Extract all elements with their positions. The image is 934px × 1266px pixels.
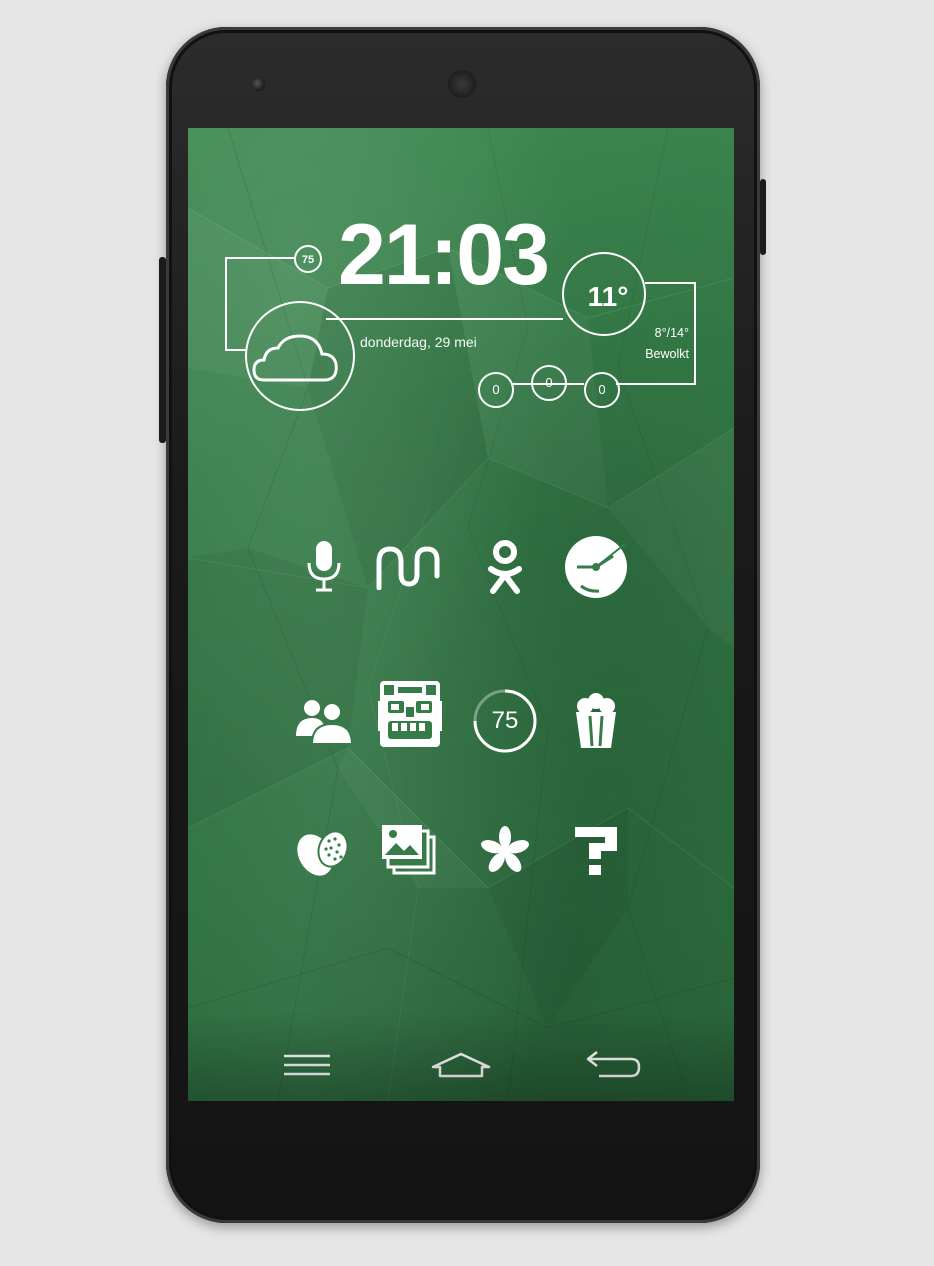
weather-condition: Bewolkt [645,347,689,361]
front-camera [252,78,265,91]
home-icon [431,1052,491,1078]
home-button[interactable] [426,1043,496,1087]
cloud-icon [252,334,338,382]
earpiece-speaker [448,70,476,98]
back-button[interactable] [579,1043,649,1087]
counter-3: 0 [598,382,606,397]
back-icon [586,1051,641,1078]
home-screen: 21:03 donderdag, 29 mei 11° 8°/14° Bewol… [188,128,734,1101]
temperature-range: 8°/14° [654,326,689,340]
counter-1: 0 [492,382,500,397]
volume-button [159,257,166,443]
menu-button[interactable] [272,1043,342,1087]
popcorn-icon[interactable] [561,686,631,756]
battery-badge: 75 [301,254,315,266]
question-mark-icon[interactable] [561,816,631,886]
battery-widget-icon[interactable]: 75 [470,686,540,756]
menu-icon [284,1054,330,1076]
mu-app-icon[interactable] [373,532,443,602]
battery-level-label: 75 [491,707,519,734]
clock-time[interactable]: 21:03 [338,212,550,298]
temple-run-icon[interactable] [375,678,445,748]
gallery-icon[interactable] [375,816,445,886]
asterisk-icon[interactable] [470,816,540,886]
odnoklassniki-icon[interactable] [470,532,540,602]
current-temperature[interactable]: 11° [586,281,630,313]
clock-app-icon[interactable] [561,532,631,602]
date-label: donderdag, 29 mei [360,334,477,350]
jelly-bean-icon[interactable] [289,816,359,886]
power-button [760,179,766,255]
contacts-icon[interactable] [289,686,359,756]
counter-2: 0 [545,375,553,390]
voice-search-icon[interactable] [289,532,359,602]
phone-frame: 21:03 donderdag, 29 mei 11° 8°/14° Bewol… [159,27,766,1223]
